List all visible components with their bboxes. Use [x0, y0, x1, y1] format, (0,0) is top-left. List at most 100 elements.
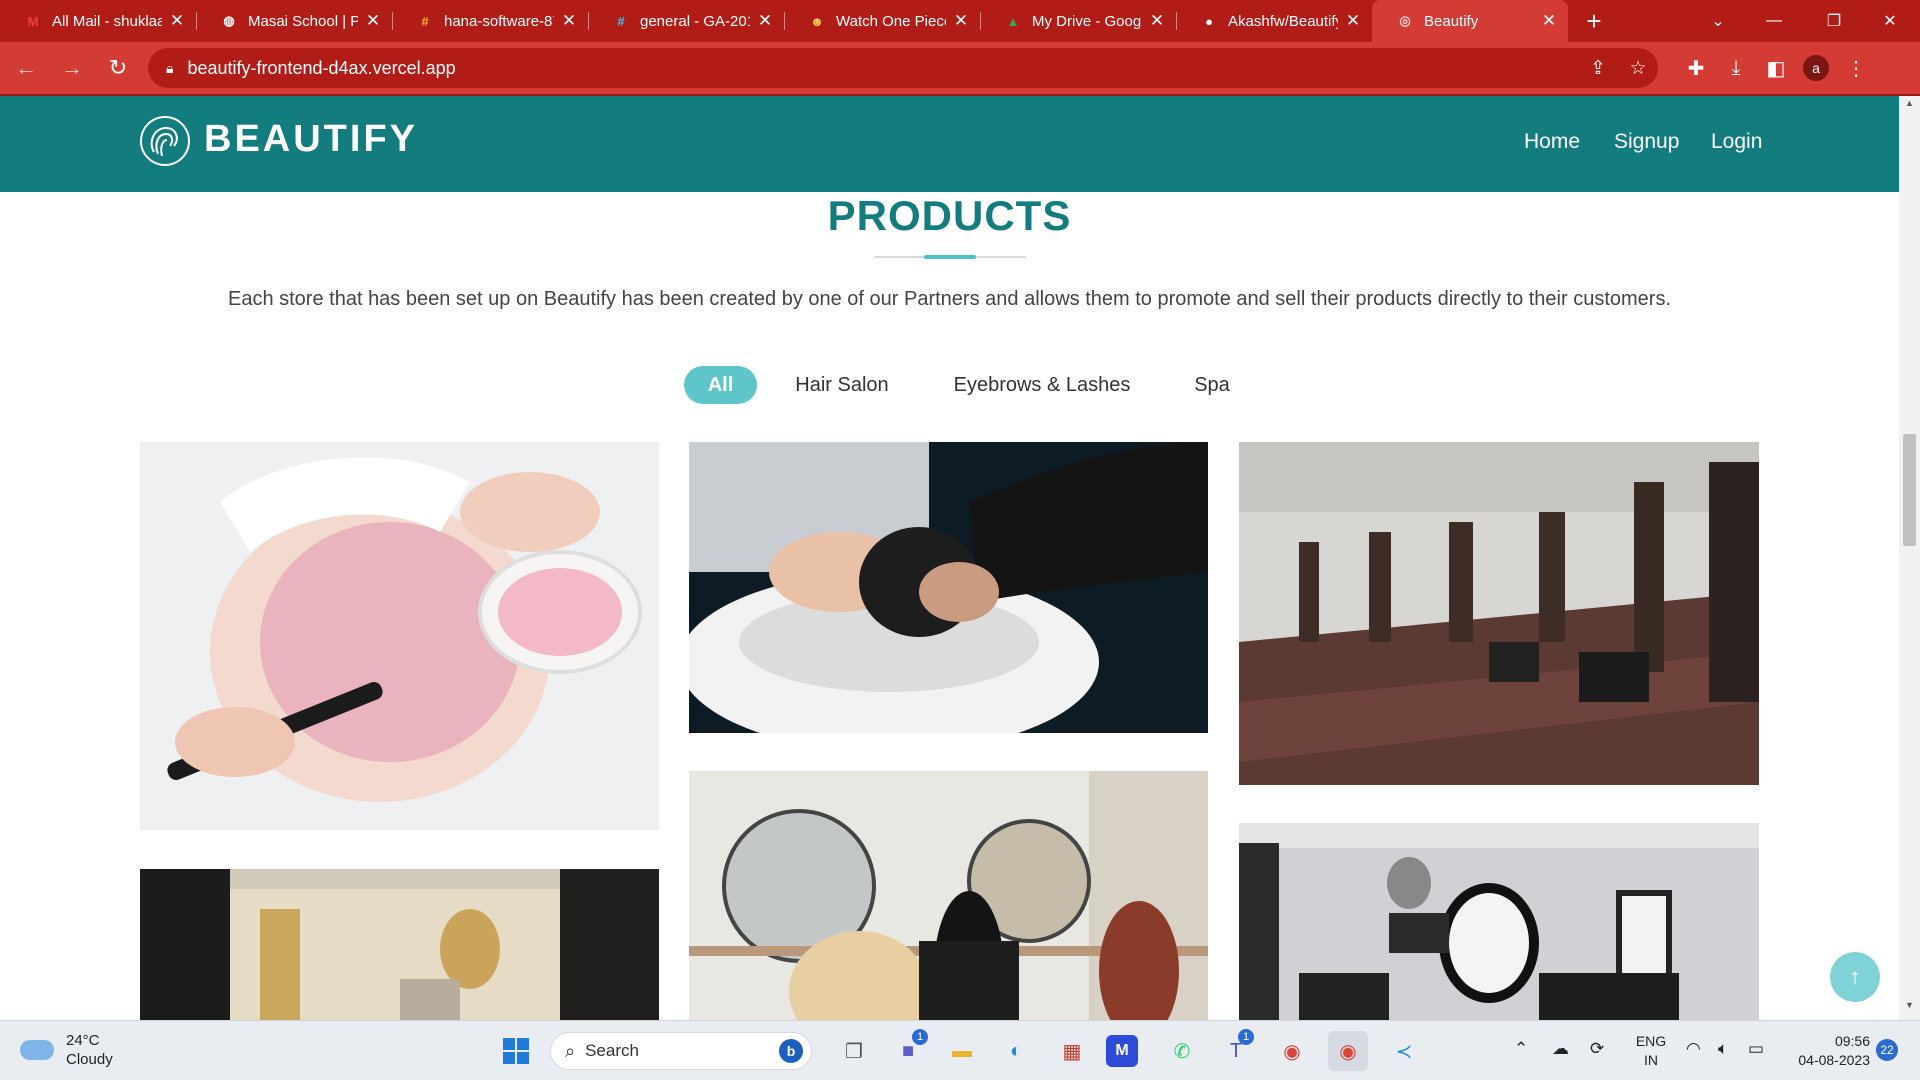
filter-spa[interactable]: Spa — [1180, 366, 1244, 404]
volume-icon[interactable]: 🔈︎ — [1718, 1039, 1728, 1059]
hair-wash-image — [689, 442, 1208, 733]
notification-count-badge[interactable]: 22 — [1876, 1039, 1898, 1061]
input-language[interactable]: ENG IN — [1630, 1032, 1672, 1070]
download-icon[interactable]: ⤓ — [1716, 48, 1756, 88]
product-card-gold-salon[interactable] — [140, 869, 659, 1020]
chrome-active-icon[interactable]: ◉ — [1328, 1031, 1368, 1071]
close-tab-icon[interactable]: ✕ — [1540, 11, 1558, 31]
product-card-facial-mask[interactable] — [140, 442, 659, 830]
browser-tab[interactable]: # general - GA-201 ✕ — [588, 0, 784, 42]
beautify-logo-icon[interactable] — [140, 116, 190, 166]
new-tab-button[interactable]: + — [1574, 0, 1614, 42]
side-panel-icon[interactable]: ◧ — [1756, 48, 1796, 88]
forward-arrow-icon[interactable]: → — [52, 48, 92, 88]
extensions-puzzle-icon[interactable]: ✚ — [1676, 48, 1716, 88]
close-tab-icon[interactable]: ✕ — [1344, 11, 1362, 31]
scroll-down-arrow-icon[interactable]: ▼ — [1899, 1000, 1920, 1018]
microsoft-store-icon[interactable]: ▦ — [1052, 1031, 1092, 1071]
product-card-modern-salon[interactable] — [1239, 823, 1759, 1020]
weather-temp: 24°C — [66, 1032, 100, 1049]
browser-tab[interactable]: ● Akashfw/Beautify ✕ — [1176, 0, 1372, 42]
google-drive-icon: ▲ — [1006, 13, 1020, 29]
arrow-up-icon: ↑ — [1849, 964, 1861, 989]
close-tab-icon[interactable]: ✕ — [560, 11, 578, 31]
tab-title: Masai School | Pla — [248, 12, 358, 30]
onedrive-icon[interactable]: ☁ — [1552, 1039, 1569, 1059]
modern-salon-image — [1239, 823, 1759, 1020]
close-tab-icon[interactable]: ✕ — [1148, 11, 1166, 31]
vscode-icon[interactable]: ≺ — [1384, 1031, 1424, 1071]
tab-search-chevron-icon[interactable]: ⌄ — [1688, 0, 1748, 42]
whatsapp-icon[interactable]: ✆ — [1162, 1031, 1202, 1071]
close-tab-icon[interactable]: ✕ — [364, 11, 382, 31]
task-view-icon[interactable]: ❐ — [834, 1031, 874, 1071]
chrome-icon[interactable]: ◉ — [1272, 1031, 1312, 1071]
back-arrow-icon[interactable]: ← — [6, 48, 46, 88]
page-viewport: BEAUTIFY Home Signup Login PRODUCTS Each… — [0, 96, 1920, 1020]
slack-icon: # — [617, 13, 625, 29]
weather-desc: Cloudy — [66, 1051, 113, 1068]
page-scrollbar[interactable]: ▲ ▼ — [1899, 96, 1920, 1020]
taskbar-search-box[interactable]: ⌕ Search b — [550, 1032, 812, 1070]
show-hidden-icons-chevron[interactable]: ⌃ — [1514, 1039, 1528, 1059]
nav-signup-link[interactable]: Signup — [1614, 130, 1679, 154]
share-icon[interactable]: ⇪ — [1578, 57, 1618, 80]
nav-home-link[interactable]: Home — [1524, 130, 1580, 154]
battery-icon[interactable]: ▭ — [1748, 1039, 1764, 1059]
close-tab-icon[interactable]: ✕ — [168, 11, 186, 31]
browser-toolbar: ← → ↻ 🔒︎ beautify-frontend-d4ax.vercel.a… — [0, 42, 1920, 96]
filter-hair-salon[interactable]: Hair Salon — [782, 366, 902, 404]
close-window-icon[interactable]: ✕ — [1860, 0, 1920, 42]
scroll-to-top-button[interactable]: ↑ — [1830, 952, 1880, 1002]
product-card-hair-wash[interactable] — [689, 442, 1208, 733]
heading-divider — [874, 256, 924, 258]
facial-mask-image — [140, 442, 659, 830]
github-icon: ● — [1205, 13, 1213, 29]
product-card-salon-interior[interactable] — [1239, 442, 1759, 785]
stylists-image — [689, 771, 1208, 1020]
profile-initial: a — [1803, 55, 1829, 81]
nav-login-link[interactable]: Login — [1711, 130, 1762, 154]
lock-icon[interactable]: 🔒︎ — [166, 60, 173, 77]
section-description: Each store that has been set up on Beaut… — [227, 288, 1672, 310]
url-text[interactable]: beautify-frontend-d4ax.vercel.app — [187, 58, 1578, 79]
minimize-icon[interactable]: — — [1744, 0, 1804, 42]
browser-tab[interactable]: ◍ Masai School | Pla ✕ — [196, 0, 392, 42]
bing-icon[interactable]: b — [779, 1039, 803, 1063]
address-bar[interactable]: 🔒︎ beautify-frontend-d4ax.vercel.app ⇪ ☆ — [148, 48, 1658, 88]
close-tab-icon[interactable]: ✕ — [952, 11, 970, 31]
code-editor-app-icon[interactable]: M — [1106, 1035, 1138, 1067]
file-explorer-icon[interactable]: ▬ — [942, 1031, 982, 1071]
browser-tab[interactable]: ▲ My Drive - Googl ✕ — [980, 0, 1176, 42]
filter-all[interactable]: All — [684, 366, 757, 404]
browser-tab[interactable]: M All Mail - shuklaal ✕ — [0, 0, 196, 42]
edge-icon[interactable]: ◐ — [996, 1031, 1036, 1071]
reload-icon[interactable]: ↻ — [98, 48, 138, 88]
browser-tab-active[interactable]: ◎ Beautify ✕ — [1372, 0, 1568, 42]
globe-icon: ◍ — [223, 13, 235, 28]
sync-icon[interactable]: ⟳ — [1590, 1039, 1604, 1059]
filter-eyebrows-lashes[interactable]: Eyebrows & Lashes — [940, 366, 1144, 404]
browser-tab[interactable]: # hana-software-87 ✕ — [392, 0, 588, 42]
wifi-icon[interactable]: ◠ — [1686, 1039, 1701, 1059]
site-navbar: BEAUTIFY Home Signup Login — [0, 96, 1899, 192]
clock[interactable]: 09:56 04-08-2023 — [1780, 1032, 1870, 1070]
windows-taskbar: 24°C Cloudy ⌕ Search b ❐ ■ 1 ▬ ◐ ▦ M ✆ T… — [0, 1020, 1920, 1080]
bookmark-star-icon[interactable]: ☆ — [1618, 57, 1658, 80]
browser-tab[interactable]: ☻ Watch One Piece ✕ — [784, 0, 980, 42]
scrollbar-thumb[interactable] — [1903, 434, 1916, 546]
section-heading: PRODUCTS — [827, 192, 1072, 239]
brand-name[interactable]: BEAUTIFY — [204, 118, 418, 161]
close-tab-icon[interactable]: ✕ — [756, 11, 774, 31]
scroll-up-arrow-icon[interactable]: ▲ — [1899, 98, 1920, 116]
search-label: Search — [585, 1041, 639, 1060]
tab-title: Watch One Piece — [836, 12, 946, 30]
restore-icon[interactable]: ❐ — [1804, 0, 1864, 42]
product-card-stylists[interactable] — [689, 771, 1208, 1020]
windows-start-icon[interactable] — [496, 1031, 536, 1071]
beautify-favicon-icon: ◎ — [1399, 13, 1411, 28]
browser-menu-icon[interactable]: ⋮ — [1836, 48, 1876, 88]
profile-avatar[interactable]: a — [1796, 48, 1836, 88]
language-code: ENG — [1635, 1033, 1667, 1049]
weather-widget[interactable]: 24°C Cloudy — [20, 1031, 113, 1069]
